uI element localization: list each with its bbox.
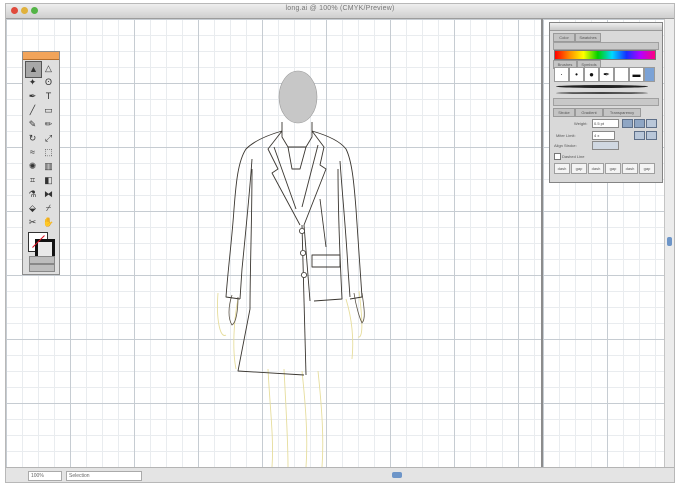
mesh-tool-icon[interactable]: ⌗: [25, 173, 40, 188]
warp-tool-icon[interactable]: ≈: [25, 145, 40, 160]
coat-outline: [225, 122, 363, 376]
tools-panel: ▲ △ ✦ ʘ ✒ T ╱ ▭ ✎ ✏ ↻ ⤢ ≈ ⬚ ✺ ▥ ⌗ ◧ ⚗ ⧓ ⬙ ⌿ ✂ ✋: [22, 51, 60, 275]
brush-empty-icon[interactable]: [614, 67, 629, 82]
tab-swatches[interactable]: Swatches: [575, 33, 601, 42]
tab-stroke[interactable]: Stroke: [553, 108, 575, 117]
direct-selection-tool-icon[interactable]: △: [41, 61, 56, 76]
rectangle-tool-icon[interactable]: ▭: [41, 103, 56, 118]
brush-medium-icon[interactable]: •: [569, 67, 584, 82]
brush-scroll-icon[interactable]: [644, 67, 655, 82]
join-round-icon[interactable]: [634, 131, 645, 140]
status-bar: 100% Selection: [6, 467, 674, 482]
brush-dot-icon[interactable]: ●: [584, 67, 599, 82]
miter-limit-field[interactable]: 4 x: [592, 131, 615, 140]
align-stroke-buttons[interactable]: [592, 141, 619, 150]
align-stroke-label: Align Stroke:: [554, 143, 577, 148]
brush-small-icon[interactable]: ·: [554, 67, 569, 82]
vertical-scrollbar[interactable]: [664, 19, 674, 467]
panel-title-bar[interactable]: [550, 23, 662, 31]
type-tool-icon[interactable]: T: [41, 89, 56, 104]
gradient-tool-icon[interactable]: ◧: [41, 173, 56, 188]
blend-tool-icon[interactable]: ⧓: [41, 187, 56, 202]
horizontal-scroll-thumb[interactable]: [392, 472, 402, 478]
miter-limit-label: Miter Limit:: [556, 133, 576, 138]
scale-tool-icon[interactable]: ⤢: [41, 131, 56, 146]
fashion-illustration: [217, 70, 365, 467]
brush-options-row: [553, 98, 659, 106]
lasso-tool-icon[interactable]: ʘ: [41, 75, 56, 90]
weight-label: Weight:: [574, 121, 588, 126]
hand-tool-icon[interactable]: ✋: [41, 215, 56, 230]
screen-mode-buttons[interactable]: [29, 264, 55, 272]
croquis-sketch-lines: [217, 290, 363, 467]
status-info-field[interactable]: Selection: [66, 471, 142, 481]
vertical-scroll-thumb[interactable]: [667, 237, 672, 246]
art-brush-stroke-2[interactable]: [556, 92, 648, 94]
magic-wand-tool-icon[interactable]: ✦: [25, 75, 40, 90]
pencil-tool-icon[interactable]: ✏: [41, 117, 56, 132]
tab-gradient[interactable]: Gradient: [575, 108, 603, 117]
art-brush-stroke-1[interactable]: [556, 85, 648, 88]
dashed-line-checkbox[interactable]: [554, 153, 561, 160]
pen-tool-icon[interactable]: ✒: [25, 89, 40, 104]
eyedropper-tool-icon[interactable]: ⚗: [25, 187, 40, 202]
paintbrush-tool-icon[interactable]: ✎: [25, 117, 40, 132]
color-mode-buttons[interactable]: [29, 256, 55, 264]
line-tool-icon[interactable]: ╱: [25, 103, 40, 118]
scissors-tool-icon[interactable]: ✂: [25, 215, 40, 230]
cap-round-icon[interactable]: [634, 119, 645, 128]
artboard-canvas[interactable]: ▲ △ ✦ ʘ ✒ T ╱ ▭ ✎ ✏ ↻ ⤢ ≈ ⬚ ✺ ▥ ⌗ ◧ ⚗ ⧓ ⬙ ⌿ ✂ ✋: [6, 19, 541, 467]
rotate-tool-icon[interactable]: ↻: [25, 131, 40, 146]
floating-panels: Color Swatches Brushes Symbols · • ● ✒ ▬…: [549, 22, 663, 183]
dash-gap-cell[interactable]: gap: [605, 163, 621, 174]
fill-stroke-swatch[interactable]: [28, 232, 55, 259]
dash-gap-cell[interactable]: gap: [639, 163, 655, 174]
live-paint-tool-icon[interactable]: ⬙: [25, 201, 40, 216]
brush-flat-icon[interactable]: ▬: [629, 67, 644, 82]
title-bar[interactable]: long.ai @ 100% (CMYK/Preview): [6, 4, 674, 19]
join-bevel-icon[interactable]: [646, 131, 657, 140]
color-options-row: [553, 42, 659, 50]
dash-gap-cell[interactable]: gap: [571, 163, 587, 174]
graph-tool-icon[interactable]: ▥: [41, 159, 56, 174]
cap-square-icon[interactable]: [646, 119, 657, 128]
symbol-sprayer-tool-icon[interactable]: ✺: [25, 159, 40, 174]
free-transform-tool-icon[interactable]: ⬚: [41, 145, 56, 160]
dash-gap-cell[interactable]: dash: [622, 163, 638, 174]
cap-butt-icon[interactable]: [622, 119, 633, 128]
hands: [228, 292, 365, 326]
dashed-line-label: Dashed Line: [562, 154, 585, 159]
dash-gap-cell[interactable]: dash: [588, 163, 604, 174]
tab-transparency[interactable]: Transparency: [603, 108, 641, 117]
brush-calligraphic-icon[interactable]: ✒: [599, 67, 614, 82]
window-title: long.ai @ 100% (CMYK/Preview): [285, 5, 395, 12]
head-shape: [278, 70, 318, 124]
dash-gap-cell[interactable]: dash: [554, 163, 570, 174]
stroke-weight-field[interactable]: 0.5 pt: [592, 119, 619, 128]
tab-color[interactable]: Color: [553, 33, 575, 42]
zoom-level-field[interactable]: 100%: [28, 471, 62, 481]
slice-tool-icon[interactable]: ⌿: [41, 201, 56, 216]
color-spectrum-ramp[interactable]: [554, 50, 656, 60]
tools-panel-header[interactable]: [23, 52, 59, 60]
